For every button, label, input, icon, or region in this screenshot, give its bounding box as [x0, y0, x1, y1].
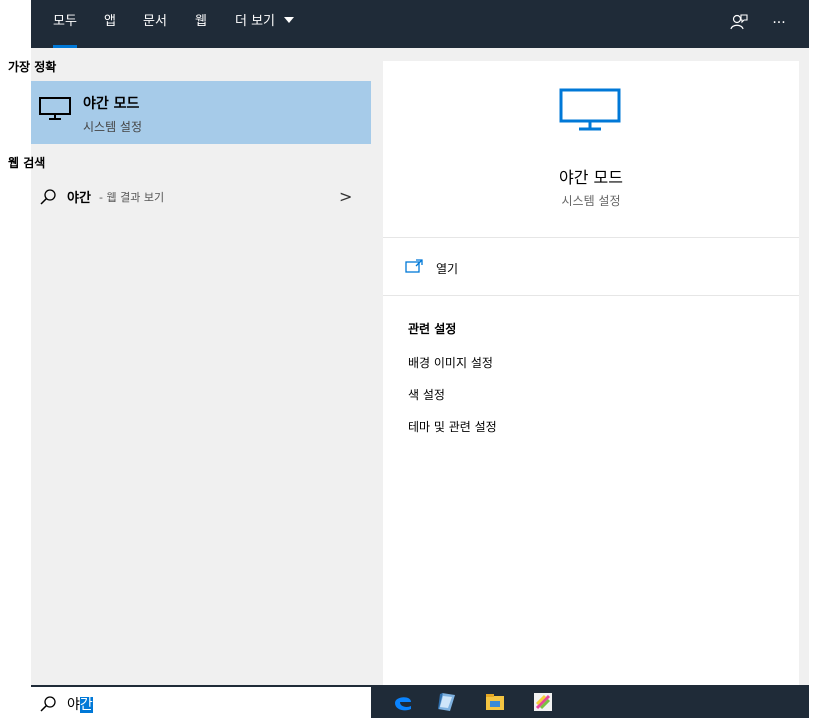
search-text: 야	[67, 697, 80, 713]
divider	[383, 295, 799, 296]
best-match-subtitle: 시스템 설정	[83, 120, 143, 134]
search-icon	[40, 696, 56, 712]
tab-apps[interactable]: 앱	[104, 0, 116, 48]
web-result-item[interactable]: 야간 - 웹 결과 보기 >	[31, 183, 371, 209]
results-list: 가장 정확 야간 모드 시스템 설정 웹 검색 야간 - 웹 결과 보기 >	[8, 48, 371, 685]
web-result-suffix: - 웹 결과 보기	[99, 191, 165, 204]
tab-more-label: 더 보기	[235, 14, 276, 29]
chevron-down-icon	[284, 17, 295, 23]
related-link-colors[interactable]: 색 설정	[408, 386, 445, 403]
best-match-heading: 가장 정확	[8, 60, 57, 74]
search-icon	[40, 189, 56, 205]
related-settings-heading: 관련 설정	[408, 322, 457, 336]
tab-documents[interactable]: 문서	[143, 0, 167, 48]
feedback-icon[interactable]	[727, 12, 751, 36]
search-text-selected: 간	[79, 697, 93, 713]
file-explorer-icon[interactable]	[483, 690, 507, 714]
taskbar	[371, 685, 809, 718]
detail-title: 야간 모드	[559, 168, 623, 187]
open-icon	[405, 259, 423, 273]
divider	[383, 237, 799, 238]
best-match-item[interactable]: 야간 모드 시스템 설정	[31, 81, 371, 144]
monitor-icon	[39, 97, 71, 120]
search-filter-bar: 모두 앱 문서 웹 더 보기 ···	[31, 0, 809, 48]
open-label: 열기	[436, 262, 459, 276]
tab-all-label: 모두	[53, 14, 77, 29]
detail-subtitle: 시스템 설정	[561, 194, 621, 208]
tab-documents-label: 문서	[143, 14, 167, 29]
sticky-notes-icon[interactable]	[531, 690, 555, 714]
chevron-right-icon: >	[339, 187, 353, 206]
monitor-icon	[559, 88, 621, 131]
best-match-title: 야간 모드	[83, 96, 140, 112]
tab-all[interactable]: 모두	[53, 0, 77, 48]
search-panel: 모두 앱 문서 웹 더 보기 ··· 가장 정확 야간 모드 시스템 설정 웹 …	[8, 0, 809, 718]
edge-icon[interactable]	[391, 690, 415, 714]
search-input[interactable]: 야간	[67, 694, 93, 714]
more-icon-glyph: ···	[772, 15, 786, 31]
notepad-icon[interactable]	[435, 690, 459, 714]
tab-web[interactable]: 웹	[195, 0, 207, 48]
related-link-themes[interactable]: 테마 및 관련 설정	[408, 418, 497, 435]
tab-more[interactable]: 더 보기	[235, 0, 295, 48]
more-icon[interactable]: ···	[767, 12, 791, 36]
related-link-background[interactable]: 배경 이미지 설정	[408, 354, 493, 371]
web-search-heading: 웹 검색	[8, 156, 46, 170]
tab-apps-label: 앱	[104, 14, 116, 29]
tab-web-label: 웹	[195, 14, 207, 29]
web-result-query: 야간	[67, 191, 91, 206]
detail-pane: 야간 모드 시스템 설정 열기 관련 설정 배경 이미지 설정 색 설정 테마 …	[383, 61, 799, 685]
search-box[interactable]: 야간	[31, 685, 371, 718]
